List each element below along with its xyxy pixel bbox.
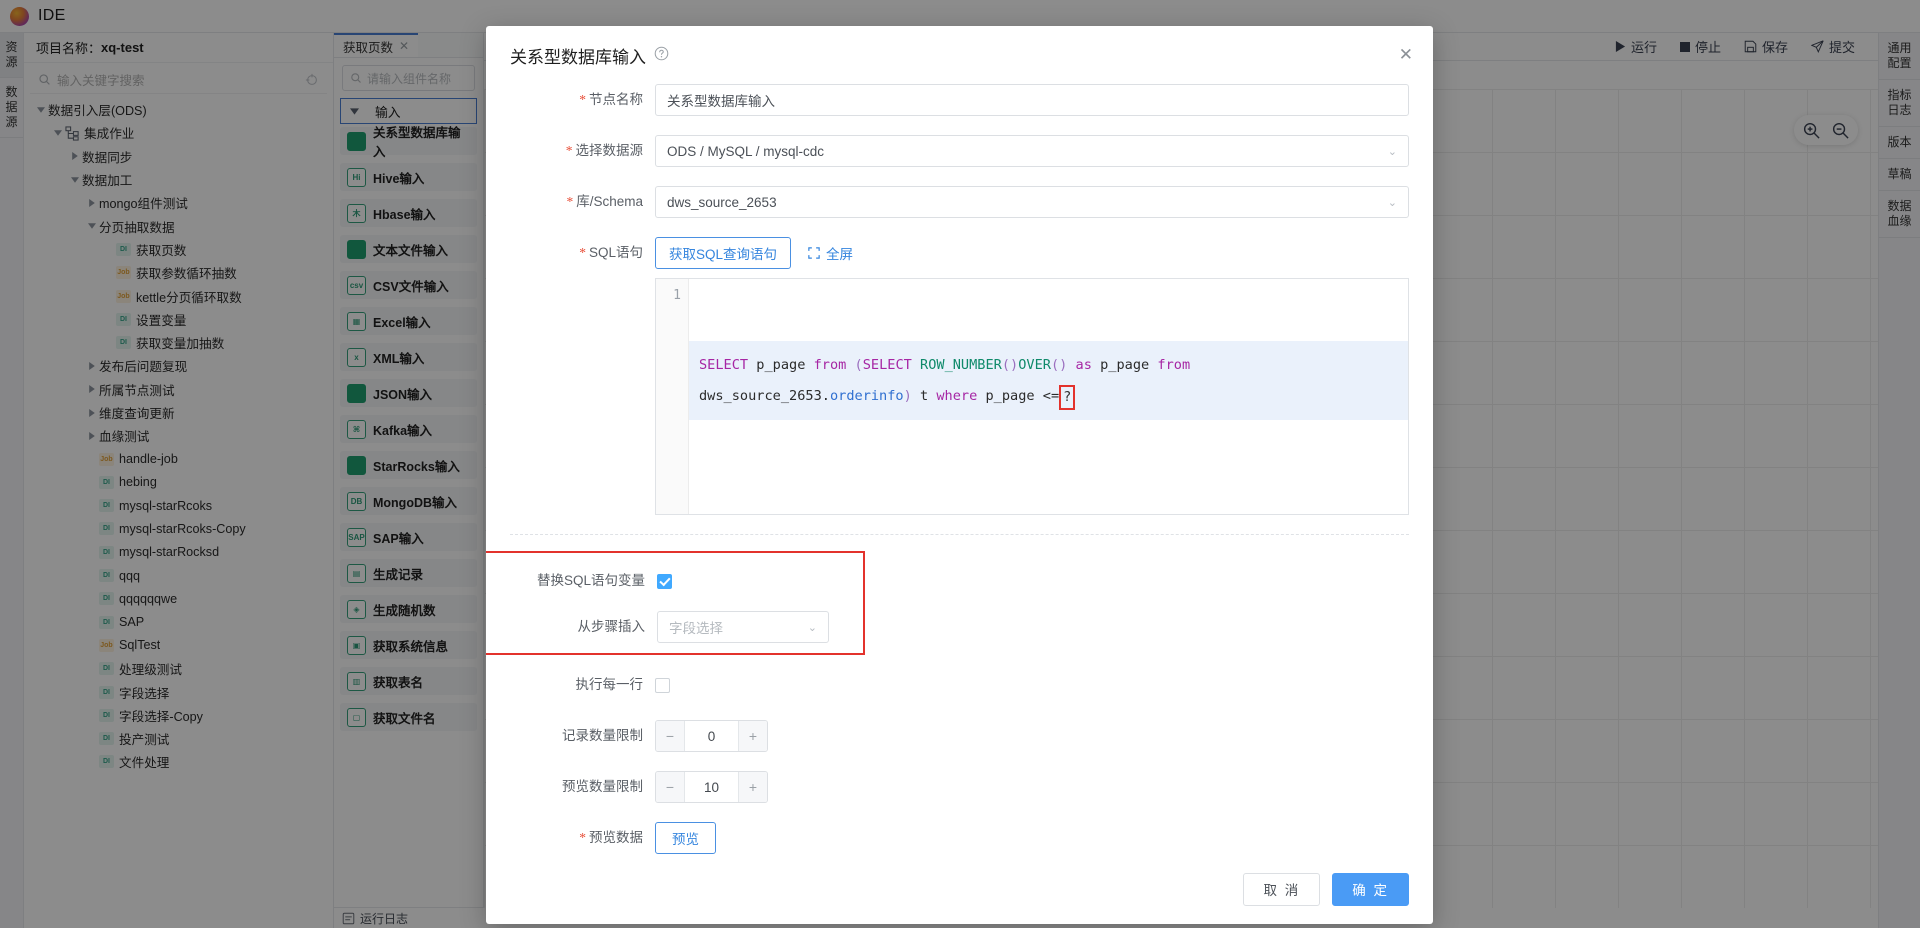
sql-token: SELECT	[699, 357, 749, 373]
dialog-body: 节点名称 关系型数据库输入 选择数据源 ODS / MySQL / mysql-…	[486, 84, 1433, 854]
chevron-down-icon: ⌄	[1387, 145, 1397, 158]
sql-token: )	[903, 388, 912, 404]
sql-token: <=	[1042, 388, 1060, 404]
datasource-select[interactable]: ODS / MySQL / mysql-cdc ⌄	[655, 135, 1409, 167]
field-exec-each-row: 执行每一行	[510, 669, 1409, 701]
schema-value: dws_source_2653	[667, 194, 777, 210]
sql-highlighted-block: SELECT p_page from (SELECT ROW_NUMBER()O…	[689, 341, 1408, 420]
schema-select[interactable]: dws_source_2653 ⌄	[655, 186, 1409, 218]
sql-token: from	[1157, 357, 1191, 373]
close-icon[interactable]: ✕	[1399, 46, 1413, 63]
exec-each-row-checkbox[interactable]	[655, 678, 670, 693]
sql-token: p_page	[748, 357, 814, 373]
field-record-limit: 记录数量限制 − 0 +	[510, 720, 1409, 752]
sql-token: from	[813, 357, 847, 373]
fullscreen-label: 全屏	[826, 247, 854, 262]
section-divider	[510, 534, 1409, 535]
chevron-down-icon: ⌄	[1387, 196, 1397, 209]
record-limit-stepper[interactable]: − 0 +	[655, 720, 768, 752]
minus-icon[interactable]: −	[656, 721, 685, 751]
dialog-header: 关系型数据库输入 ✕	[486, 26, 1433, 84]
expand-icon	[808, 247, 820, 259]
sql-token: p_page	[1091, 357, 1158, 373]
sql-token: ROW_NUMBER	[920, 357, 1002, 373]
field-replace-variable: 替换SQL语句变量	[486, 565, 863, 597]
sql-line-numbers: 1	[656, 279, 689, 514]
field-preview-data: 预览数据 预览	[510, 822, 1409, 854]
confirm-button[interactable]: 确 定	[1332, 872, 1409, 906]
sql-token: SELECT	[862, 357, 912, 373]
question-circle-icon[interactable]	[654, 46, 669, 64]
insert-from-step-value: 字段选择	[669, 621, 723, 636]
sql-label: SQL语句	[510, 237, 655, 269]
sql-token: OVER	[1018, 357, 1051, 373]
preview-limit-value[interactable]: 10	[685, 772, 738, 802]
sql-token: where	[936, 388, 978, 404]
replace-variable-section: 替换SQL语句变量 从步骤插入 字段选择 ⌄	[486, 551, 865, 655]
sql-editor[interactable]: 1 SELECT p_page from (SELECT ROW_NUMBER(…	[655, 278, 1409, 515]
exec-each-row-label: 执行每一行	[575, 677, 644, 692]
get-sql-query-button[interactable]: 获取SQL查询语句	[655, 237, 792, 269]
insert-from-step-label: 从步骤插入	[577, 619, 646, 634]
sql-token: ()	[1050, 357, 1068, 373]
plus-icon[interactable]: +	[738, 772, 767, 802]
sql-token: dws_source_2653.	[699, 388, 830, 404]
field-datasource: 选择数据源 ODS / MySQL / mysql-cdc ⌄	[510, 135, 1409, 167]
record-limit-value[interactable]: 0	[685, 721, 738, 751]
datasource-value: ODS / MySQL / mysql-cdc	[667, 143, 825, 159]
replace-var-checkbox[interactable]	[657, 574, 672, 589]
dialog-footer: 取 消 确 定	[486, 854, 1433, 924]
field-schema: 库/Schema dws_source_2653 ⌄	[510, 186, 1409, 218]
preview-button[interactable]: 预览	[655, 822, 716, 854]
fullscreen-link[interactable]: 全屏	[808, 243, 853, 263]
node-name-label: 节点名称	[510, 84, 655, 116]
preview-limit-label: 预览数量限制	[562, 779, 643, 794]
sql-token: p_page	[977, 388, 1043, 404]
field-insert-from-step: 从步骤插入 字段选择 ⌄	[486, 611, 863, 643]
dialog-title: 关系型数据库输入	[510, 47, 646, 67]
insert-from-step-select[interactable]: 字段选择 ⌄	[657, 611, 829, 643]
minus-icon[interactable]: −	[656, 772, 685, 802]
sql-code[interactable]: SELECT p_page from (SELECT ROW_NUMBER()O…	[689, 279, 1408, 514]
chevron-down-icon: ⌄	[807, 621, 817, 634]
sql-token: ()	[1001, 357, 1019, 373]
node-name-input[interactable]: 关系型数据库输入	[655, 84, 1409, 116]
sql-param-marker: ?	[1059, 385, 1076, 410]
ide-app: IDE 资源 数据源 项目名称： xq-test 输入关键字搜索 数据引入层(O…	[0, 0, 1920, 928]
sql-token: as	[1075, 357, 1092, 373]
preview-limit-stepper[interactable]: − 10 +	[655, 771, 768, 803]
plus-icon[interactable]: +	[738, 721, 767, 751]
sql-token: (	[854, 357, 863, 373]
relational-db-input-dialog: 关系型数据库输入 ✕ 节点名称 关系型数据库输入 选择数据源	[486, 26, 1433, 924]
datasource-label: 选择数据源	[510, 135, 655, 167]
record-limit-label: 记录数量限制	[562, 728, 643, 743]
preview-data-label: 预览数据	[510, 822, 655, 854]
schema-label: 库/Schema	[510, 186, 655, 218]
replace-var-label: 替换SQL语句变量	[536, 573, 645, 588]
field-node-name: 节点名称 关系型数据库输入	[510, 84, 1409, 116]
sql-token: t	[911, 388, 937, 404]
sql-token: orderinfo	[829, 388, 904, 404]
field-preview-limit: 预览数量限制 − 10 +	[510, 771, 1409, 803]
cancel-button[interactable]: 取 消	[1243, 872, 1321, 906]
field-sql: SQL语句 获取SQL查询语句 全屏 1	[510, 237, 1409, 515]
